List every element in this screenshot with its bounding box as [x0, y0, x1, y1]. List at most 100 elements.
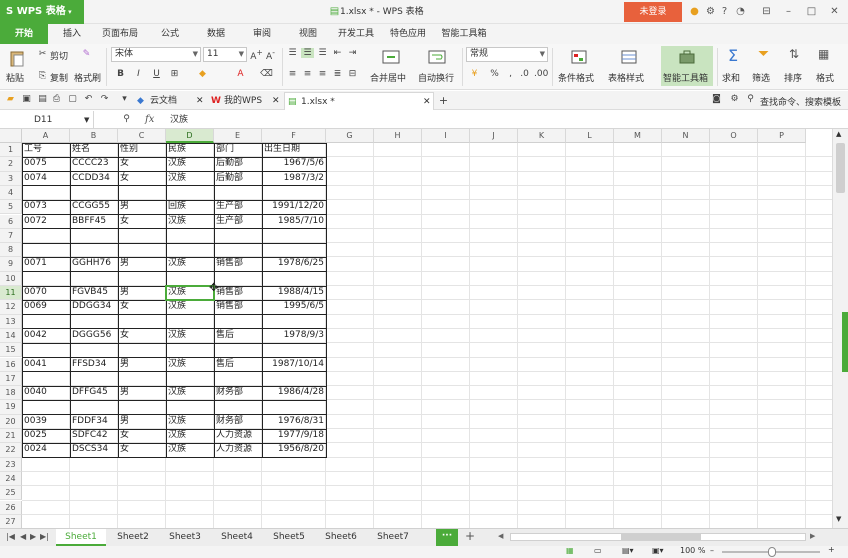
side-panel-toggle[interactable] — [842, 312, 848, 372]
table-cell[interactable]: DSCS34 — [70, 443, 118, 457]
table-cell[interactable]: DFFG45 — [70, 386, 118, 400]
table-cell[interactable]: 女 — [118, 329, 166, 343]
table-cell[interactable]: 汉族 — [166, 257, 214, 271]
wrap-text-icon[interactable] — [428, 49, 446, 65]
chevron-down-icon[interactable]: ▾ — [118, 94, 131, 104]
table-cell[interactable]: 1976/8/31 — [262, 415, 326, 429]
tab-page-layout[interactable]: 页面布局 — [98, 24, 142, 44]
tab-view[interactable]: 视图 — [292, 24, 324, 44]
maximize-icon[interactable]: □ — [805, 5, 818, 18]
column-header-g[interactable]: G — [326, 129, 374, 143]
table-cell[interactable]: 1995/6/5 — [262, 300, 326, 314]
row-header-23[interactable]: 23 — [0, 457, 22, 472]
spreadsheet-grid[interactable]: ABCDEFGHIJKLMNOP 1 2 3 4 5 6 7 8 9 10 11 12 13 14 15 16… — [0, 129, 832, 528]
column-header-p[interactable]: P — [758, 129, 806, 143]
table-cell[interactable]: 男 — [118, 386, 166, 400]
scissors-icon[interactable]: ✂ — [36, 49, 49, 59]
zoom-slider[interactable] — [722, 547, 820, 557]
print-icon[interactable]: ⎙ — [50, 94, 63, 104]
selected-cell[interactable] — [165, 285, 215, 302]
table-cell[interactable]: 后勤部 — [214, 172, 262, 186]
column-header-o[interactable]: O — [710, 129, 758, 143]
wrap-text-button[interactable]: 自动换行 — [418, 71, 454, 84]
first-sheet-icon[interactable]: |◀ — [6, 532, 15, 541]
table-cell[interactable]: 1988/4/15 — [262, 286, 326, 300]
table-cell[interactable]: 汉族 — [166, 157, 214, 171]
filter-icon[interactable]: ⏷ — [758, 46, 769, 62]
increase-decimal-icon[interactable]: .0 — [518, 69, 531, 79]
format-icon[interactable]: ▦ — [818, 47, 829, 61]
smart-toolbox-button[interactable]: 智能工具箱 — [661, 46, 713, 86]
table-cell[interactable]: GGHH76 — [70, 257, 118, 271]
row-header-5[interactable]: 5 — [0, 200, 22, 215]
table-cell[interactable]: 1985/7/10 — [262, 215, 326, 229]
zoom-icon[interactable]: ⚲ — [120, 114, 133, 124]
filter-button[interactable]: 筛选 — [752, 71, 770, 84]
bold-button[interactable]: B — [114, 69, 127, 79]
row-header-10[interactable]: 10 — [0, 271, 22, 286]
table-cell[interactable]: 0042 — [22, 329, 70, 343]
column-header-e[interactable]: E — [214, 129, 262, 143]
zoom-slider-handle[interactable] — [768, 547, 776, 557]
align-center-icon[interactable]: ≡ — [301, 69, 314, 79]
export-icon[interactable]: ▤ — [36, 94, 49, 104]
row-header-3[interactable]: 3 — [0, 171, 22, 186]
paste-label[interactable]: 粘贴 — [6, 71, 24, 84]
table-cell[interactable]: 汉族 — [166, 386, 214, 400]
format-painter-button[interactable]: 格式刷 — [74, 71, 101, 84]
conditional-format-button[interactable]: 条件格式 — [558, 71, 594, 84]
percent-button[interactable]: % — [488, 69, 501, 79]
row-header-8[interactable]: 8 — [0, 243, 22, 258]
close-icon[interactable]: ✕ — [828, 5, 841, 18]
sheet-tab-sheet5[interactable]: Sheet5 — [264, 529, 314, 546]
indent-decrease-icon[interactable]: ⇤ — [331, 48, 344, 58]
restore-ribbon-icon[interactable]: ⊟ — [760, 5, 773, 18]
table-cell[interactable]: CCGG55 — [70, 200, 118, 214]
table-cell[interactable]: 男 — [118, 358, 166, 372]
align-right-icon[interactable]: ≡ — [316, 69, 329, 79]
login-button[interactable]: 未登录 — [624, 2, 682, 22]
copy-icon[interactable]: ⎘ — [36, 71, 49, 81]
table-cell[interactable]: 生产部 — [214, 200, 262, 214]
column-header-i[interactable]: I — [422, 129, 470, 143]
app-menu-button[interactable]: S WPS 表格 ▾ — [0, 0, 84, 24]
table-cell[interactable]: 销售部 — [214, 286, 262, 300]
row-header-26[interactable]: 26 — [0, 500, 22, 515]
table-cell[interactable]: 女 — [118, 172, 166, 186]
table-cell[interactable]: 汉族 — [166, 429, 214, 443]
table-cell[interactable]: SDFC42 — [70, 429, 118, 443]
tab-special[interactable]: 特色应用 — [386, 24, 430, 44]
tab-file[interactable]: ▤ 1.xlsx * ✕ — [284, 92, 434, 110]
table-cell[interactable]: 财务部 — [214, 415, 262, 429]
table-cell[interactable]: 销售部 — [214, 257, 262, 271]
thousands-icon[interactable]: , — [504, 69, 517, 79]
table-cell[interactable]: 0072 — [22, 215, 70, 229]
increase-font-icon[interactable]: A+ — [250, 48, 263, 62]
table-cell[interactable]: 汉族 — [166, 300, 214, 314]
row-header-19[interactable]: 19 — [0, 400, 22, 415]
row-header-12[interactable]: 12 — [0, 300, 22, 315]
italic-button[interactable]: I — [132, 69, 145, 79]
table-cell[interactable]: 0075 — [22, 157, 70, 171]
tab-cloud-docs[interactable]: ◆ 云文档 ✕ — [134, 92, 206, 110]
sum-button[interactable]: 求和 — [722, 71, 740, 84]
table-cell[interactable]: 生产部 — [214, 215, 262, 229]
sheet-tab-sheet7[interactable]: Sheet7 — [368, 529, 418, 546]
cut-button[interactable]: 剪切 — [50, 49, 68, 62]
table-cell[interactable]: 销售部 — [214, 300, 262, 314]
table-cell[interactable]: 男 — [118, 200, 166, 214]
column-header-n[interactable]: N — [662, 129, 710, 143]
format-button[interactable]: 格式 — [816, 71, 834, 84]
sort-button[interactable]: 排序 — [784, 71, 802, 84]
next-sheet-icon[interactable]: ▶ — [30, 532, 36, 541]
table-cell[interactable]: 1987/3/2 — [262, 172, 326, 186]
share-icon[interactable]: ◔ — [734, 5, 747, 18]
row-header-15[interactable]: 15 — [0, 343, 22, 358]
table-cell[interactable]: 1956/8/20 — [262, 443, 326, 457]
table-cell[interactable]: FGVB45 — [70, 286, 118, 300]
h-scroll-thumb[interactable] — [621, 534, 701, 540]
column-header-m[interactable]: M — [614, 129, 662, 143]
open-icon[interactable]: ▰ — [4, 94, 17, 104]
page-break-view-icon[interactable]: ▤▾ — [622, 546, 634, 555]
search-commands[interactable]: 查找命令、搜索模板 — [760, 95, 841, 108]
